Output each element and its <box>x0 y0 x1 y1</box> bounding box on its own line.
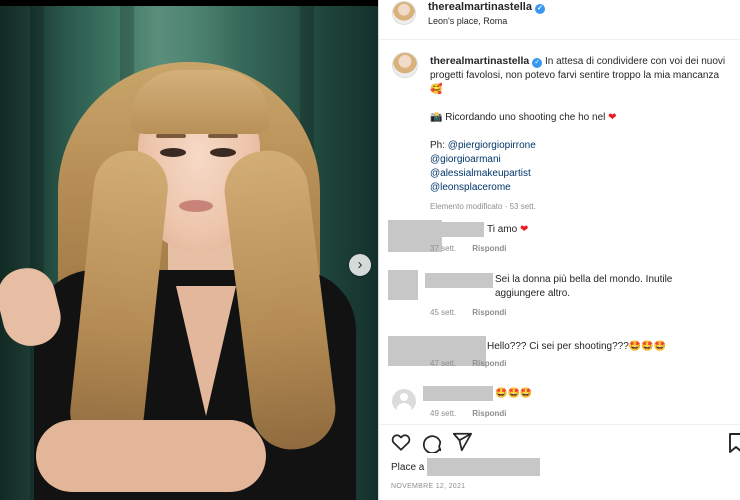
photo-top-edge <box>0 0 378 6</box>
comment-meta: 47 sett. Rispondi <box>430 359 522 368</box>
post-username[interactable]: therealmartinastella ✓ <box>428 1 545 14</box>
username-text[interactable]: therealmartinastella <box>428 1 532 13</box>
heart-outline-icon[interactable] <box>390 431 412 453</box>
redacted-username <box>423 386 493 401</box>
reply-button[interactable]: Rispondi <box>472 244 506 253</box>
comment-meta: 49 sett. Rispondi <box>430 409 522 418</box>
post-photo[interactable]: › <box>0 0 378 500</box>
post-location[interactable]: Leon's place, Roma <box>428 16 507 26</box>
mention-link[interactable]: @alessialmakeupartist <box>430 167 730 181</box>
post-side-panel: therealmartinastella ✓ Leon's place, Roma… <box>378 0 740 500</box>
comment-text: Sei la donna più bella del mondo. Inutil… <box>495 274 673 299</box>
caption-body: therealmartinastella ✓ In attesa di condi… <box>430 54 730 214</box>
reply-button[interactable]: Rispondi <box>472 308 506 317</box>
comment-text: Ti amo ❤ <box>487 224 529 235</box>
comment-text: Hello??? Ci sei per shooting???🤩🤩🤩 <box>487 341 667 352</box>
comment-text: 🤩🤩🤩 <box>495 388 533 399</box>
post-header: therealmartinastella ✓ Leon's place, Roma <box>379 0 740 40</box>
eyebrow <box>156 134 186 138</box>
comment-meta: 45 sett. Rispondi <box>430 308 522 317</box>
caption-avatar[interactable] <box>392 52 418 78</box>
eyebrow <box>208 134 238 138</box>
default-avatar-icon[interactable] <box>392 389 416 413</box>
eye <box>160 148 186 157</box>
redacted-username <box>442 222 484 237</box>
star-struck-emoji-icon: 🤩🤩🤩 <box>628 341 667 352</box>
heart-emoji-icon: ❤ <box>519 224 529 235</box>
place-label: Place a <box>391 462 425 473</box>
profile-avatar[interactable] <box>392 1 416 25</box>
carousel-next-button[interactable]: › <box>349 254 371 276</box>
caption-text-2: 📸 Ricordando uno shooting che ho nel <box>430 112 606 123</box>
mention-link[interactable]: @leonsplacerome <box>430 181 730 195</box>
hair-top <box>130 70 270 134</box>
reply-button[interactable]: Rispondi <box>472 359 506 368</box>
comment-age: 37 sett. <box>430 244 457 253</box>
comment-bubble-icon[interactable] <box>421 431 443 453</box>
bookmark-icon[interactable] <box>729 433 740 453</box>
comment-age: 49 sett. <box>430 409 457 418</box>
reply-button[interactable]: Rispondi <box>472 409 506 418</box>
redacted-username <box>425 273 493 288</box>
neckline <box>176 286 236 416</box>
verified-badge-icon: ✓ <box>534 4 545 14</box>
verified-badge-icon: ✓ <box>532 58 543 68</box>
caption-username[interactable]: therealmartinastella <box>430 55 529 67</box>
comment-meta: 37 sett. Rispondi <box>430 244 522 253</box>
lips <box>179 200 213 212</box>
credit-prefix: Ph: <box>430 140 446 151</box>
eye <box>210 148 236 157</box>
arm <box>36 420 266 492</box>
post-date: NOVEMBRE 12, 2021 <box>391 483 466 490</box>
comment-age: 45 sett. <box>430 308 457 317</box>
mention-link[interactable]: @piergiorgiopirrone <box>448 140 536 151</box>
post-actions-bar: Place a NOVEMBRE 12, 2021 <box>379 424 740 500</box>
comment-age: 47 sett. <box>430 359 457 368</box>
caption-meta: Elemento modificato · 53 sett. <box>430 202 536 211</box>
redacted-place-box <box>427 458 540 476</box>
paper-plane-icon[interactable] <box>451 431 473 453</box>
mention-link[interactable]: @giorgioarmani <box>430 153 730 167</box>
redacted-avatar <box>388 270 418 300</box>
heart-emoji-icon: ❤ <box>608 112 617 123</box>
